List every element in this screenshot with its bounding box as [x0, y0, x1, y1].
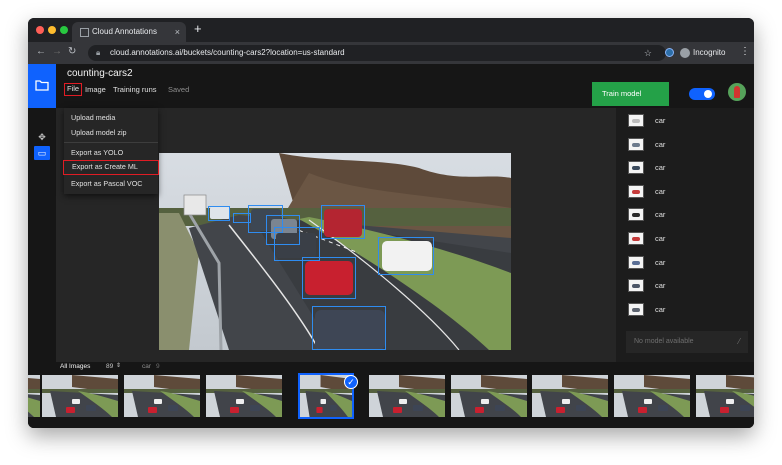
menu-item-upload-model-zip[interactable]: Upload model zip — [64, 125, 158, 140]
image-thumbnail[interactable] — [124, 375, 200, 417]
label-thumbnail — [628, 279, 644, 293]
tab-title: Cloud Annotations — [92, 27, 157, 36]
label-thumbnail — [628, 184, 644, 198]
all-images-filter[interactable]: All Images — [60, 363, 90, 370]
image-filmstrip: ✓ — [28, 372, 754, 428]
tab-close-icon[interactable]: × — [175, 22, 180, 42]
back-icon[interactable]: ← — [36, 46, 46, 57]
star-icon[interactable]: ☆ — [644, 45, 652, 61]
reload-icon[interactable]: ↻ — [68, 46, 76, 57]
box-tool-icon[interactable]: ▭ — [34, 146, 50, 160]
train-model-button[interactable]: Train model — [592, 82, 669, 106]
all-images-count: 89 — [106, 363, 114, 370]
image-thumbnail[interactable] — [532, 375, 608, 417]
folder-icon — [35, 80, 49, 91]
bounding-box[interactable] — [302, 257, 356, 299]
theme-toggle[interactable] — [689, 88, 715, 100]
image-thumbnail[interactable] — [42, 375, 118, 417]
menu-file[interactable]: File — [64, 83, 82, 96]
menu-item-export-pascal-voc[interactable]: Export as Pascal VOC — [64, 176, 158, 191]
model-select: No model available ⁄ — [626, 331, 748, 353]
bounding-box[interactable] — [312, 306, 386, 350]
bounding-box[interactable] — [208, 206, 230, 221]
label-thumbnail — [628, 161, 644, 175]
label-thumbnail — [628, 208, 644, 222]
label-name: car — [655, 163, 666, 173]
url-text: cloud.annotations.ai/buckets/counting-ca… — [110, 48, 345, 57]
label-thumbnail — [628, 302, 644, 316]
label-filter-count: 9 — [156, 363, 160, 370]
label-thumbnail — [628, 114, 644, 127]
address-bar[interactable]: 🔒︎ cloud.annotations.ai/buckets/counting… — [88, 45, 666, 61]
label-thumbnail — [628, 137, 644, 151]
label-name: car — [655, 116, 666, 125]
tool-sidebar: ✥ ▭ — [28, 108, 56, 362]
image-thumbnail[interactable] — [206, 375, 282, 417]
label-name: car — [655, 186, 666, 196]
incognito-icon — [680, 47, 690, 58]
menu-training-runs[interactable]: Training runs — [113, 83, 157, 96]
incognito-label: Incognito — [693, 48, 726, 57]
image-thumbnail[interactable] — [614, 375, 690, 417]
label-thumbnail — [628, 255, 644, 269]
main-image[interactable] — [159, 153, 511, 350]
label-name: car — [655, 257, 666, 267]
filter-bar: All Images 89 ⇕ car 9 — [28, 362, 754, 372]
menu-item-export-yolo[interactable]: Export as YOLO — [64, 145, 158, 160]
label-name: car — [655, 210, 666, 220]
label-name: car — [655, 281, 666, 291]
image-thumbnail[interactable] — [28, 375, 40, 417]
toggle-knob — [704, 90, 712, 98]
browser-window: Cloud Annotations × + ← → ↻ 🔒︎ cloud.ann… — [28, 18, 754, 428]
maximize-window-button[interactable] — [60, 26, 68, 34]
minimize-window-button[interactable] — [48, 26, 56, 34]
forward-icon[interactable]: → — [52, 46, 62, 57]
buckets-button[interactable] — [28, 64, 56, 108]
label-thumbnail — [628, 232, 644, 245]
close-window-button[interactable] — [36, 26, 44, 34]
label-name: car — [655, 139, 666, 149]
menu-item-upload-media[interactable]: Upload media — [64, 110, 158, 125]
label-name: car — [655, 304, 666, 314]
project-name: counting-cars2 — [67, 68, 133, 79]
bounding-box[interactable] — [321, 205, 365, 239]
tab-bar: Cloud Annotations × + — [28, 18, 754, 42]
image-thumbnail[interactable] — [696, 375, 754, 417]
bounding-box[interactable] — [274, 227, 320, 261]
address-toolbar: ← → ↻ 🔒︎ cloud.annotations.ai/buckets/co… — [28, 42, 754, 64]
labels-panel: car car car car car car car car car No model ava… — [616, 108, 754, 362]
label-name: car — [655, 234, 666, 243]
incognito-indicator[interactable]: Incognito — [680, 46, 725, 60]
menu-divider — [64, 142, 158, 143]
menu-image[interactable]: Image — [85, 83, 106, 96]
magic-wand-icon: ⁄ — [738, 337, 740, 346]
image-thumbnail[interactable] — [369, 375, 445, 417]
bounding-box[interactable] — [378, 237, 434, 275]
check-icon: ✓ — [344, 375, 358, 389]
file-menu-dropdown: Upload media Upload model zip Export as … — [63, 108, 159, 194]
model-placeholder: No model available — [634, 338, 694, 345]
saved-status: Saved — [168, 85, 190, 94]
avatar-figure — [734, 86, 740, 98]
menu-item-export-create-ml[interactable]: Export as Create ML — [63, 160, 159, 175]
lock-icon: 🔒︎ — [96, 48, 101, 57]
new-tab-button[interactable]: + — [194, 21, 202, 36]
app-area: counting-cars2 File Image Training runs … — [28, 64, 754, 428]
move-tool-icon[interactable]: ✥ — [34, 130, 50, 144]
extension-icon[interactable] — [665, 48, 674, 57]
tab-favicon-icon — [80, 28, 89, 37]
avatar[interactable] — [728, 83, 746, 101]
browser-menu-icon[interactable]: ⋮ — [740, 46, 750, 57]
label-filter[interactable]: car — [142, 363, 151, 370]
sort-icon[interactable]: ⇕ — [116, 362, 121, 369]
app-header: counting-cars2 File Image Training runs … — [28, 64, 754, 108]
image-thumbnail[interactable] — [451, 375, 527, 417]
browser-tab[interactable]: Cloud Annotations × — [72, 22, 186, 42]
